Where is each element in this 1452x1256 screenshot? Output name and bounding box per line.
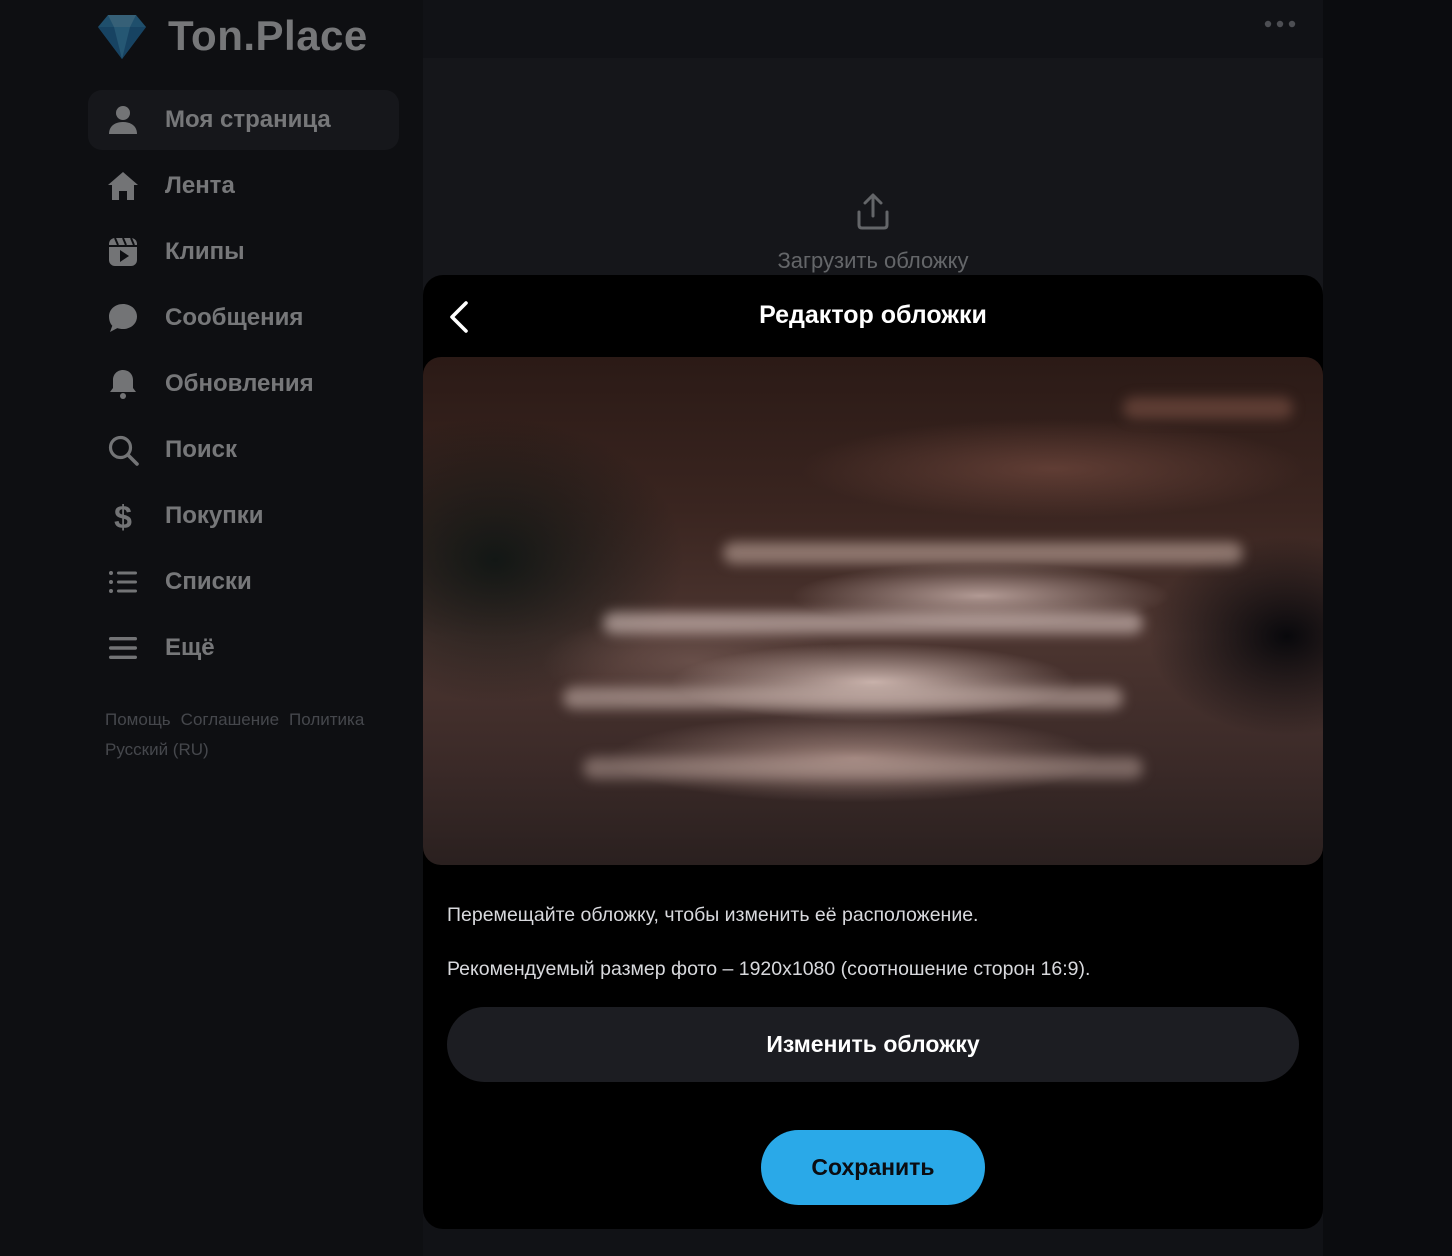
change-cover-button[interactable]: Изменить обложку xyxy=(447,1007,1299,1082)
move-hint: Перемещайте обложку, чтобы изменить её р… xyxy=(447,904,979,926)
cover-image-streak xyxy=(563,687,1123,709)
cover-image-streak xyxy=(583,757,1143,779)
cover-editor-modal: Редактор обложки Перемещайте обложку, чт… xyxy=(423,275,1323,1229)
modal-title: Редактор обложки xyxy=(759,301,987,329)
modal-header: Редактор обложки xyxy=(423,275,1323,357)
save-button[interactable]: Сохранить xyxy=(761,1130,985,1205)
cover-image-preview[interactable] xyxy=(423,357,1323,865)
cover-image-streak xyxy=(1123,397,1293,419)
size-hint: Рекомендуемый размер фото – 1920x1080 (с… xyxy=(447,958,1091,980)
cover-image-streak xyxy=(723,542,1243,564)
cover-image-streak xyxy=(603,612,1143,634)
